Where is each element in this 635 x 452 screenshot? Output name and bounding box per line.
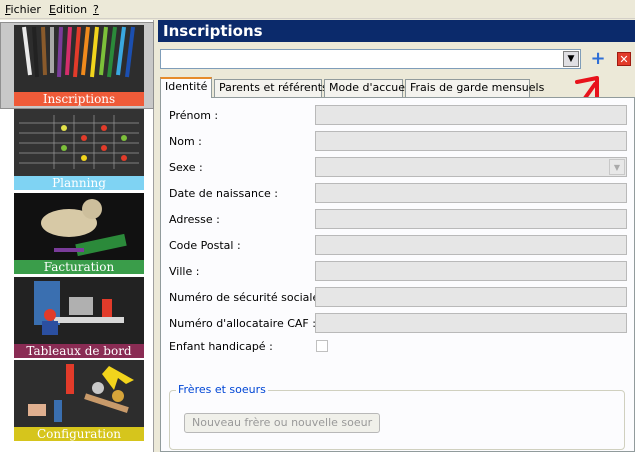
adresse-field[interactable] [315,209,627,229]
module-label-planning: Planning [14,176,144,190]
menu-fichier[interactable]: Fichier [5,3,41,16]
child-selector-combo[interactable]: ▼ [160,49,581,69]
module-label-configuration: Configuration [14,427,144,441]
field-label-date-naissance: Date de naissance : [169,187,278,200]
siblings-group-title: Frères et soeurs [176,383,268,396]
field-label-code-postal: Code Postal : [169,239,241,252]
tab-frais-de-garde[interactable]: Frais de garde mensuels [405,79,544,97]
ville-field[interactable] [315,261,627,281]
tools-icon [14,360,144,427]
sexe-select[interactable]: ▼ [315,157,627,177]
module-inscriptions[interactable]: Inscriptions [14,25,144,106]
module-tableaux-de-bord[interactable]: Tableaux de bord [14,277,144,358]
field-label-adresse: Adresse : [169,213,220,226]
date-naissance-field[interactable] [315,183,627,203]
menu-edition[interactable]: Edition [49,3,87,16]
field-label-prenom: Prénom : [169,109,219,122]
add-sibling-button[interactable]: Nouveau frère ou nouvelle soeur [184,413,381,433]
nom-field[interactable] [315,131,627,151]
add-icon[interactable]: + [590,50,606,68]
module-planning[interactable]: Planning [14,109,144,190]
field-label-sexe: Sexe : [169,161,203,174]
tab-identite[interactable]: Identité [160,77,212,98]
field-label-securite-sociale: Numéro de sécurité sociale : [169,291,327,304]
chevron-down-icon[interactable]: ▼ [563,51,579,67]
securite-sociale-field[interactable] [315,287,627,307]
code-postal-field[interactable] [315,235,627,255]
identity-panel: Prénom : Nom : Sexe : ▼ Date de naissanc… [160,97,635,452]
tab-parents-referents[interactable]: Parents et référents [214,79,328,97]
field-label-allocataire-caf: Numéro d'allocataire CAF : [169,317,316,330]
main-panel: Inscriptions ▼ + ✕ Identité Parents et r… [158,20,635,452]
field-label-enfant-handicape: Enfant handicapé : [169,340,273,353]
tab-mode-accueil[interactable]: Mode d'accueil [324,79,411,97]
office-desk-icon [14,277,144,344]
siblings-group: Frères et soeurs Nouveau frère ou nouvel… [169,383,625,450]
enfant-handicape-checkbox[interactable] [316,340,328,352]
module-facturation[interactable]: Facturation [14,193,144,274]
prenom-field[interactable] [315,105,627,125]
module-label-facturation: Facturation [14,260,144,274]
field-label-nom: Nom : [169,135,202,148]
module-configuration[interactable]: Configuration [14,360,144,441]
planning-board-icon [14,109,144,176]
module-label-inscriptions: Inscriptions [14,92,144,106]
chevron-down-icon: ▼ [609,159,625,175]
menu-help[interactable]: ? [93,3,99,16]
delete-icon[interactable]: ✕ [617,52,631,66]
menu-bar: Fichier Edition ? [0,0,635,19]
module-sidebar: Inscriptions Planning Facturation Tablea… [0,20,154,452]
field-label-ville: Ville : [169,265,200,278]
calculator-toy-icon [14,193,144,260]
page-title: Inscriptions [158,20,635,42]
allocataire-caf-field[interactable] [315,313,627,333]
colored-pencils-icon [14,25,144,95]
module-label-tableaux-de-bord: Tableaux de bord [14,344,144,358]
